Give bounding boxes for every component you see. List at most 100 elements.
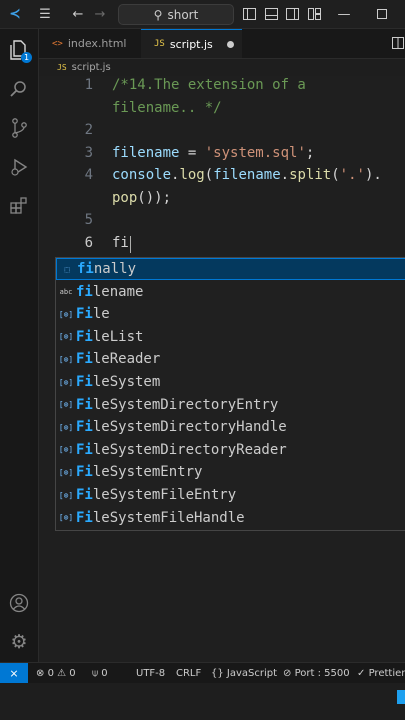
suggestion-label: FileSystemFileEntry xyxy=(76,487,236,503)
check-icon: ✓ xyxy=(357,667,366,679)
toggle-primary-sidebar-icon[interactable] xyxy=(241,5,257,23)
js-file-icon: JS xyxy=(154,39,165,49)
maximize-icon[interactable] xyxy=(374,5,390,23)
no-entry-icon: ⊘ xyxy=(283,667,292,679)
back-arrow-icon[interactable]: ← xyxy=(70,5,86,23)
suggestion-label: FileReader xyxy=(76,351,160,367)
js-file-icon: JS xyxy=(57,63,67,72)
match-highlight: Fi xyxy=(76,464,93,481)
suggestion-rest: leList xyxy=(92,328,144,345)
match-highlight: Fi xyxy=(76,487,93,503)
suggestion-item[interactable]: [⊚] FileSystemDirectoryReader xyxy=(56,439,405,461)
ports-status[interactable]: ⍦ 0 xyxy=(92,663,108,683)
files-icon[interactable]: 1 xyxy=(8,39,32,63)
variable-kind-icon: [⊚] xyxy=(58,377,74,387)
vscode-logo: ≺ xyxy=(9,6,21,22)
hamburger-menu-icon[interactable]: ☰ xyxy=(36,5,54,23)
toggle-panel-icon[interactable] xyxy=(263,5,279,23)
suggestion-item[interactable]: [⊚] FileSystemFileHandle xyxy=(56,507,405,529)
prettier-status[interactable]: ✓ Prettier xyxy=(357,663,405,683)
breadcrumb-file[interactable]: script.js xyxy=(72,62,111,73)
code-token: ( xyxy=(331,167,340,183)
match-highlight: fi xyxy=(77,261,94,277)
code-line: filename = 'system.sql'; xyxy=(112,145,314,161)
match-highlight: Fi xyxy=(76,509,93,526)
suggestion-rest: leSystemEntry xyxy=(92,464,203,481)
ports-count: 0 xyxy=(101,667,108,679)
suggestion-item[interactable]: [⊚] FileSystem xyxy=(56,371,405,393)
account-icon[interactable] xyxy=(8,592,30,614)
warning-count: 0 xyxy=(69,667,76,679)
suggestion-item[interactable]: abc filename xyxy=(56,281,405,303)
line-number: 5 xyxy=(84,212,93,228)
minimize-icon[interactable]: — xyxy=(336,5,352,23)
text-cursor xyxy=(130,236,131,253)
language-label: JavaScript xyxy=(226,667,278,679)
keyword-kind-icon: ⬚ xyxy=(64,264,70,274)
braces-icon: {} xyxy=(211,667,224,679)
status-bar: ⨯ ⊗ 0 ⚠ 0 ⍦ 0 UTF-8 CRLF {} JavaScript ⊘… xyxy=(0,662,405,683)
variable-kind-icon: [⊚] xyxy=(58,400,74,410)
antenna-icon: ⍦ xyxy=(92,667,98,679)
settings-gear-icon[interactable]: ⚙ xyxy=(8,631,30,653)
split-editor-icon[interactable] xyxy=(391,34,405,52)
line-number: 2 xyxy=(84,122,93,138)
problems-status[interactable]: ⊗ 0 ⚠ 0 xyxy=(36,663,76,683)
suggestion-item[interactable]: [⊚] FileSystemDirectoryHandle xyxy=(56,416,405,438)
command-center-search[interactable]: ⚲ short xyxy=(118,4,234,25)
suggestion-item[interactable]: [⊚] FileReader xyxy=(56,348,405,370)
code-line: console.log(filename.split('.'). xyxy=(112,167,382,183)
code-token: ( xyxy=(204,167,214,183)
warning-icon: ⚠ xyxy=(57,667,67,679)
suggestion-rest: leReader xyxy=(92,351,161,368)
match-highlight: Fi xyxy=(76,351,93,368)
title-bar: ≺ ☰ ← → ⚲ short — xyxy=(0,0,405,29)
windows-logo-icon xyxy=(397,690,405,704)
suggestion-label: FileList xyxy=(76,329,143,345)
unsaved-dot-icon[interactable] xyxy=(227,41,234,48)
toggle-secondary-sidebar-icon[interactable] xyxy=(284,5,300,23)
suggestion-rest: le xyxy=(92,306,110,323)
code-token: ; xyxy=(305,145,315,161)
code-token: console xyxy=(112,167,172,183)
tab-label: index.html xyxy=(67,37,127,50)
language-status[interactable]: {} JavaScript xyxy=(211,663,277,683)
line-number: 4 xyxy=(84,167,93,183)
match-highlight: fi xyxy=(76,283,93,300)
search-icon[interactable] xyxy=(8,78,30,100)
suggestion-rest: lename xyxy=(92,283,144,300)
search-text: short xyxy=(167,7,199,22)
suggestion-rest: leSystemDirectoryHandle xyxy=(92,419,287,436)
code-token: pop xyxy=(112,190,138,206)
tab-script-js[interactable]: JS script.js xyxy=(141,29,242,58)
live-server-status[interactable]: ⊘ Port : 5500 xyxy=(283,663,350,683)
bottom-area xyxy=(0,683,405,720)
variable-kind-icon: [⊚] xyxy=(58,513,74,523)
tab-index-html[interactable]: <> index.html xyxy=(39,29,141,58)
suggestion-item[interactable]: [⊚] FileSystemDirectoryEntry xyxy=(56,394,405,416)
suggestion-item[interactable]: [⊚] FileSystemFileEntry xyxy=(56,484,405,506)
suggestion-rest: nally xyxy=(93,261,137,277)
customize-layout-icon[interactable] xyxy=(306,5,322,23)
suggestion-item[interactable]: [⊚] File xyxy=(56,303,405,325)
code-line: fi xyxy=(112,235,129,251)
tab-label: script.js xyxy=(169,37,213,51)
forward-arrow-icon[interactable]: → xyxy=(92,5,108,23)
remote-indicator-icon[interactable]: ⨯ xyxy=(0,663,28,683)
suggestion-item[interactable]: [⊚] FileSystemEntry xyxy=(56,461,405,483)
source-control-icon[interactable] xyxy=(8,117,30,139)
run-debug-icon[interactable] xyxy=(8,156,30,178)
suggestion-item[interactable]: [⊚] FileList xyxy=(56,326,405,348)
line-number: 3 xyxy=(84,145,93,161)
word-kind-icon: abc xyxy=(59,287,73,296)
extensions-icon[interactable] xyxy=(8,195,30,217)
breadcrumb[interactable]: JS script.js xyxy=(39,59,111,76)
port-label: Port : 5500 xyxy=(294,667,350,679)
suggestion-label: FileSystemDirectoryEntry xyxy=(76,397,278,413)
encoding-status[interactable]: UTF-8 xyxy=(136,663,165,683)
suggestion-label: FileSystemEntry xyxy=(76,464,202,480)
eol-status[interactable]: CRLF xyxy=(176,663,201,683)
suggestion-item[interactable]: ⬚ finally xyxy=(56,258,405,280)
suggestion-rest: leSystem xyxy=(92,374,161,390)
suggestion-label: FileSystemFileHandle xyxy=(76,510,245,526)
